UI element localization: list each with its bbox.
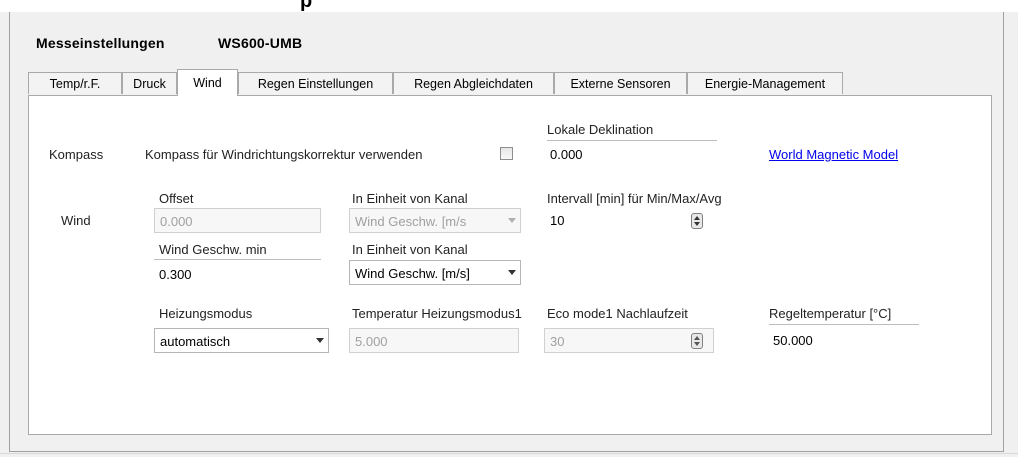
tab-druck[interactable]: Druck bbox=[122, 72, 177, 94]
offset-unit-select[interactable]: Wind Geschw. [m/s bbox=[349, 208, 521, 233]
spin-up-icon bbox=[694, 216, 700, 220]
eco-mode-input[interactable]: 30 bbox=[544, 328, 714, 353]
offset-label: Offset bbox=[159, 191, 194, 206]
wind-settings-panel: Kompass Kompass für Windrichtungskorrekt… bbox=[28, 95, 992, 435]
declination-divider bbox=[547, 140, 717, 141]
device-name: WS600-UMB bbox=[218, 35, 303, 51]
speed-min-unit-select[interactable]: Wind Geschw. [m/s] bbox=[349, 260, 521, 285]
regeltemperatur-divider bbox=[769, 324, 919, 325]
kompass-checkbox[interactable] bbox=[500, 147, 513, 160]
kompass-section-label: Kompass bbox=[49, 147, 104, 162]
top-strip: p bbox=[0, 0, 1018, 12]
regeltemperatur-label: Regeltemperatur [°C] bbox=[769, 306, 892, 321]
tab-regen-einstellungen[interactable]: Regen Einstellungen bbox=[238, 72, 393, 94]
speed-min-divider bbox=[154, 259, 321, 260]
speed-min-label: Wind Geschw. min bbox=[159, 242, 267, 257]
heating-mode-select[interactable]: automatisch bbox=[154, 328, 329, 353]
heating-temp-label: Temperatur Heizungsmodus1 bbox=[352, 306, 522, 321]
tab-regen-abgleichdaten[interactable]: Regen Abgleichdaten bbox=[393, 72, 554, 94]
spin-down-icon bbox=[694, 342, 700, 346]
regeltemperatur-input[interactable]: 50.000 bbox=[773, 333, 813, 348]
wind-section-label: Wind bbox=[61, 213, 91, 228]
heating-mode-value: automatisch bbox=[160, 334, 231, 349]
eco-mode-spinner[interactable] bbox=[691, 333, 703, 349]
declination-label: Lokale Deklination bbox=[547, 122, 654, 137]
interval-spinner[interactable] bbox=[691, 213, 703, 229]
interval-label: Intervall [min] für Min/Max/Avg bbox=[547, 191, 722, 206]
speed-min-input[interactable]: 0.300 bbox=[159, 267, 192, 282]
speed-min-unit-label: In Einheit von Kanal bbox=[352, 242, 468, 257]
world-magnetic-model-link[interactable]: World Magnetic Model bbox=[769, 147, 898, 162]
heating-mode-label: Heizungsmodus bbox=[159, 306, 253, 321]
kompass-checkbox-label: Kompass für Windrichtungskorrektur verwe… bbox=[145, 147, 423, 162]
eco-mode-label: Eco mode1 Nachlaufzeit bbox=[547, 306, 688, 321]
chevron-down-icon bbox=[316, 338, 324, 343]
heating-temp-input[interactable]: 5.000 bbox=[349, 328, 519, 353]
offset-input[interactable]: 0.000 bbox=[154, 208, 321, 233]
offset-unit-value: Wind Geschw. [m/s bbox=[355, 214, 467, 229]
tab-wind[interactable]: Wind bbox=[177, 69, 238, 96]
spin-up-icon bbox=[694, 336, 700, 340]
bottom-divider bbox=[0, 453, 1018, 454]
declination-input[interactable]: 0.000 bbox=[550, 147, 583, 162]
tab-externe-sensoren[interactable]: Externe Sensoren bbox=[554, 72, 687, 94]
offset-unit-label: In Einheit von Kanal bbox=[352, 191, 468, 206]
speed-min-unit-value: Wind Geschw. [m/s] bbox=[355, 266, 470, 281]
chevron-down-icon bbox=[508, 270, 516, 275]
tab-temp-rf[interactable]: Temp/r.F. bbox=[28, 72, 122, 94]
interval-input[interactable]: 10 bbox=[550, 213, 564, 228]
dialog-title: Messeinstellungen bbox=[36, 35, 165, 51]
tab-energie-management[interactable]: Energie-Management bbox=[687, 72, 843, 94]
spin-down-icon bbox=[694, 222, 700, 226]
chevron-down-icon bbox=[508, 218, 516, 223]
